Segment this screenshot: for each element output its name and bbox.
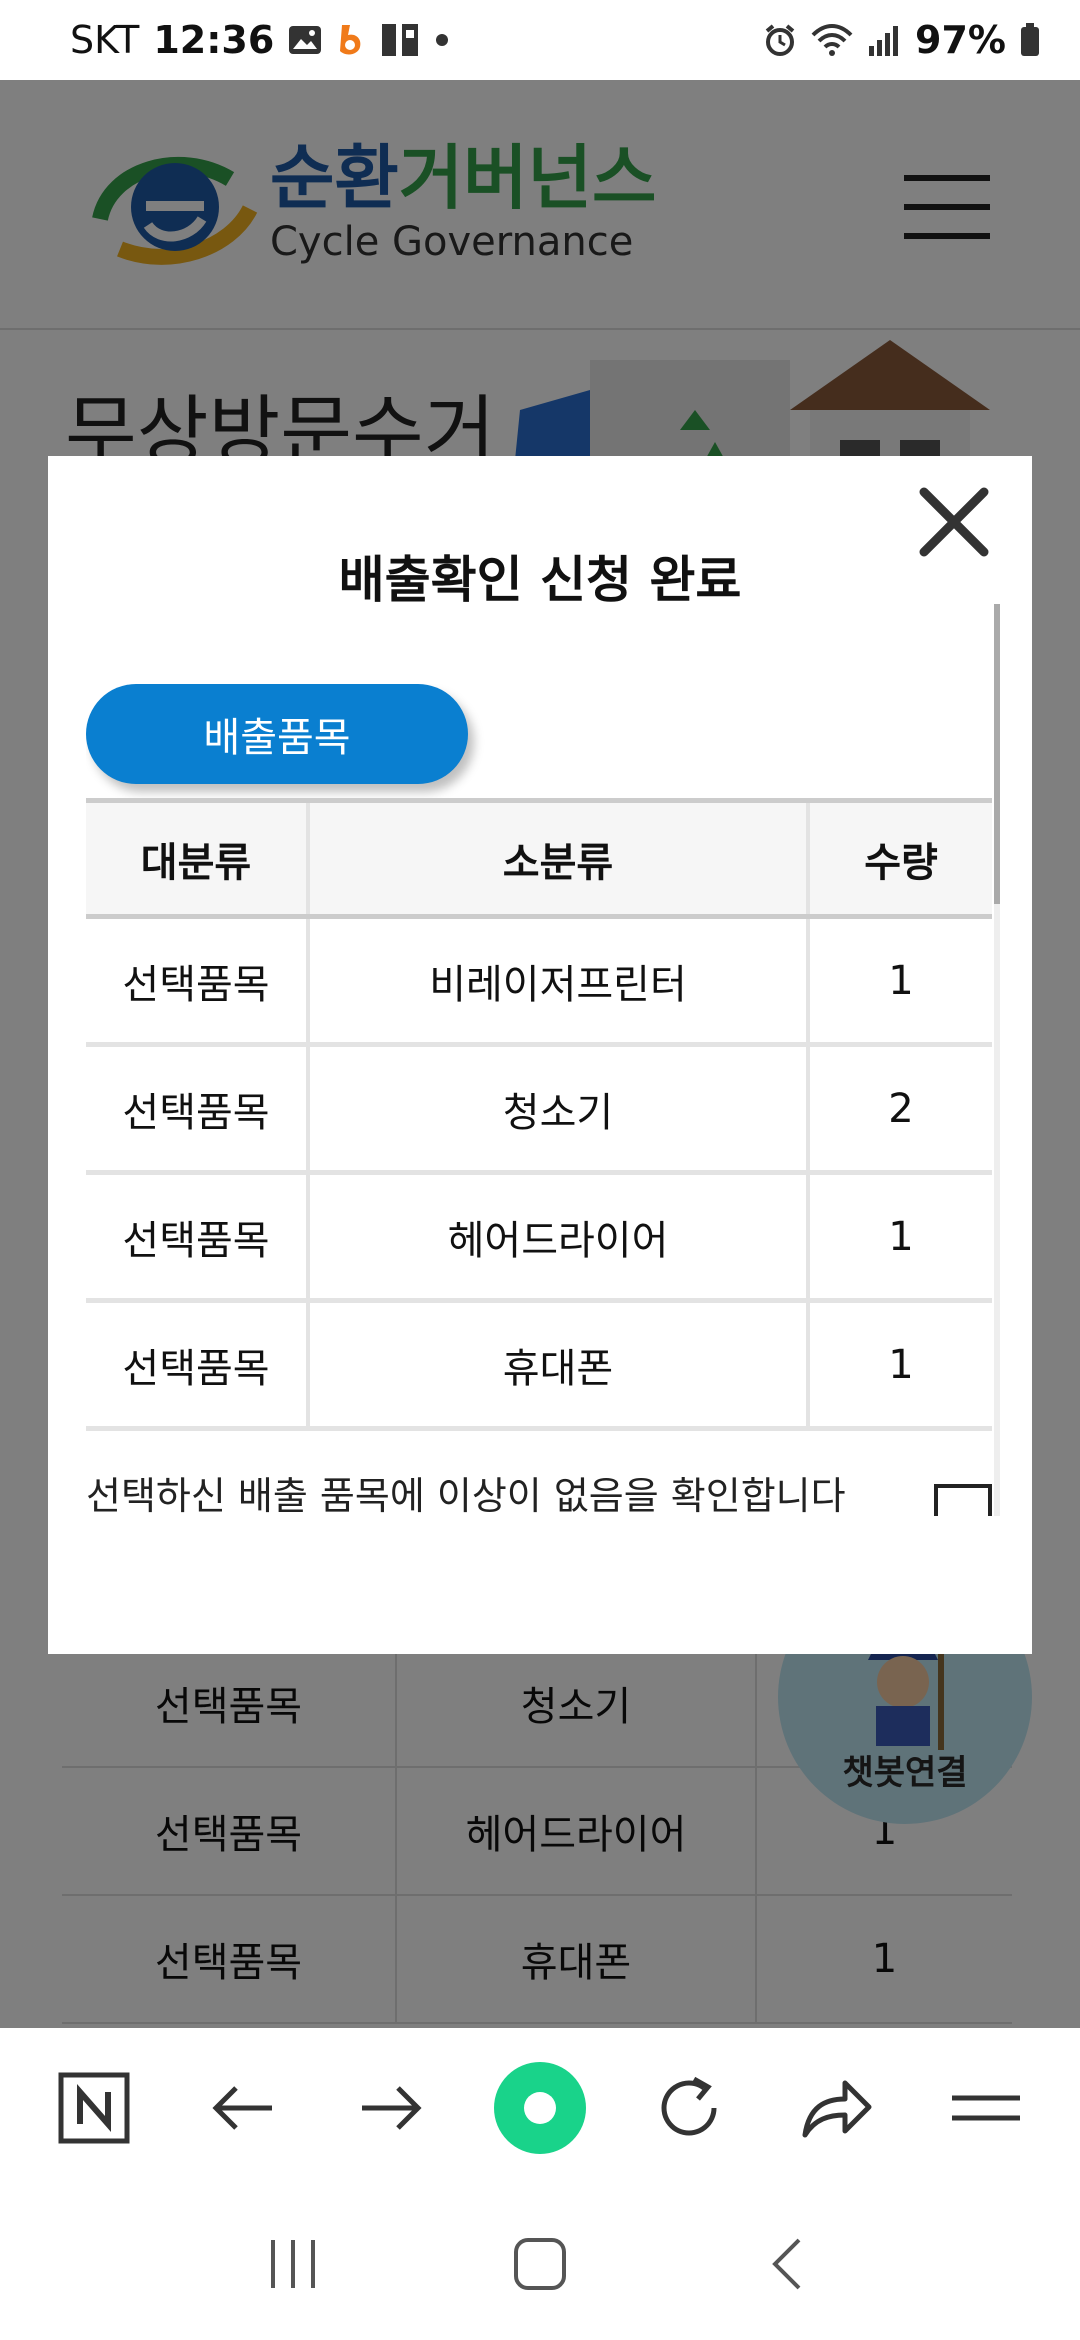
carrier-label: SKT (70, 18, 140, 62)
cell-category: 선택품목 (86, 1175, 310, 1298)
header-subcategory: 소분류 (310, 803, 810, 914)
table-row: 선택품목 헤어드라이어 1 (86, 1175, 992, 1303)
system-nav-bar (0, 2188, 1080, 2340)
confirm-checkbox[interactable] (934, 1484, 992, 1516)
cell-quantity: 1 (888, 1341, 914, 1388)
cell-subcategory: 비레이저프린터 (310, 919, 810, 1042)
modal-title: 배출확인 신청 완료 (338, 551, 742, 609)
cell-quantity: 2 (888, 1085, 914, 1132)
table-header: 대분류 소분류 수량 (86, 803, 992, 919)
share-icon[interactable] (787, 2058, 887, 2158)
header-quantity: 수량 (864, 839, 938, 886)
category-pill: 배출품목 (86, 684, 468, 784)
table-row: 선택품목 청소기 2 (86, 1047, 992, 1175)
cell-subcategory: 헤어드라이어 (310, 1175, 810, 1298)
wifi-icon (811, 23, 853, 57)
confirm-row: 선택하신 배출 품목에 이상이 없음을 확인합니다 (86, 1454, 992, 1516)
image-icon (288, 25, 322, 55)
battery-icon (1020, 23, 1040, 57)
recent-apps-icon[interactable] (243, 2214, 343, 2314)
cell-category: 선택품목 (86, 1047, 310, 1170)
signal-icon (867, 24, 901, 56)
home-green-icon[interactable] (490, 2058, 590, 2158)
cell-quantity: 1 (888, 1213, 914, 1260)
battery-percent: 97% (915, 18, 1006, 62)
header-category: 대분류 (86, 803, 310, 914)
forward-arrow-icon[interactable] (341, 2058, 441, 2158)
back-icon[interactable] (737, 2214, 837, 2314)
browser-toolbar (0, 2028, 1080, 2188)
cell-subcategory: 청소기 (310, 1047, 810, 1170)
cell-category: 선택품목 (86, 1303, 310, 1426)
table-row: 선택품목 비레이저프린터 1 (86, 919, 992, 1047)
modal-content: 배출품목 대분류 소분류 수량 선택품목 비레이저프린터 1 선택품목 청소기 … (86, 684, 992, 1516)
items-table: 대분류 소분류 수량 선택품목 비레이저프린터 1 선택품목 청소기 2 선택품… (86, 798, 992, 1431)
cell-subcategory: 휴대폰 (310, 1303, 810, 1426)
home-icon[interactable] (490, 2214, 590, 2314)
naver-n-icon[interactable] (44, 2058, 144, 2158)
refresh-icon[interactable] (639, 2058, 739, 2158)
cell-category: 선택품목 (86, 919, 310, 1042)
alarm-icon (763, 23, 797, 57)
b-app-icon (336, 23, 366, 57)
modal-scrollbar[interactable] (994, 604, 1000, 1516)
back-arrow-icon[interactable] (193, 2058, 293, 2158)
confirm-text: 선택하신 배출 품목에 이상이 없음을 확인합니다 (86, 1474, 846, 1516)
cell-quantity: 1 (888, 957, 914, 1004)
emission-complete-modal: 배출확인 신청 완료 배출품목 대분류 소분류 수량 선택품목 비레이저프린터 … (48, 456, 1032, 1654)
sim-icon (380, 22, 420, 58)
clock: 12:36 (153, 18, 275, 62)
dot-icon (434, 32, 450, 48)
status-bar: SKT 12:36 97% (0, 0, 1080, 80)
menu-icon[interactable] (936, 2058, 1036, 2158)
table-row: 선택품목 휴대폰 1 (86, 1303, 992, 1431)
